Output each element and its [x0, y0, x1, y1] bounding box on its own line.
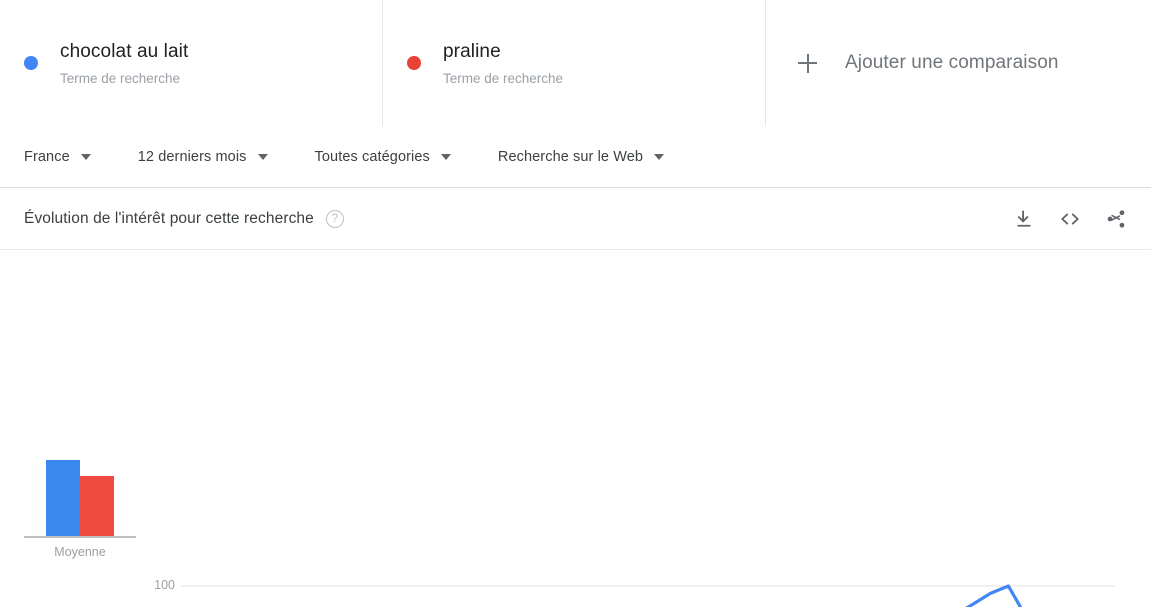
chart-line-series-1: [965, 584, 1023, 607]
circle-icon: [24, 56, 38, 70]
term-title: praline: [443, 40, 501, 62]
page-title: Évolution de l'intérêt pour cette recher…: [24, 209, 314, 227]
term-subtitle: Terme de recherche: [60, 70, 181, 86]
term-card-1[interactable]: chocolat au lait Terme de recherche: [0, 0, 383, 126]
filter-bar: France 12 derniers mois Toutes catégorie…: [0, 126, 1151, 188]
trends-line-chart[interactable]: [0, 250, 1151, 607]
share-icon[interactable]: [1105, 208, 1127, 230]
filter-category[interactable]: Toutes catégories: [315, 149, 451, 165]
add-comparison-button[interactable]: Ajouter une comparaison: [766, 0, 1151, 126]
download-icon[interactable]: [1013, 208, 1035, 230]
filter-location[interactable]: France: [24, 149, 91, 165]
filter-location-label: France: [24, 148, 70, 165]
help-circle-icon[interactable]: ?: [325, 209, 344, 228]
term-subtitle: Terme de recherche: [443, 70, 564, 86]
plus-icon: [798, 53, 817, 73]
filter-search-type[interactable]: Recherche sur le Web: [497, 148, 665, 165]
chevron-down-icon: [654, 153, 665, 160]
y-axis-tick-label: 100: [154, 578, 175, 592]
filter-search-type-label: Recherche sur le Web: [497, 148, 644, 165]
chevron-down-icon: [440, 153, 451, 160]
search-terms-row: chocolat au lait Terme de recherche pral…: [0, 0, 1151, 126]
chart-actions: [1013, 208, 1127, 230]
embed-code-icon[interactable]: [1059, 208, 1081, 230]
filter-timerange-label: 12 derniers mois: [137, 148, 247, 165]
term-title: chocolat au lait: [60, 40, 189, 62]
chevron-down-icon: [257, 153, 268, 160]
term-card-2[interactable]: praline Terme de recherche: [383, 0, 766, 126]
chevron-down-icon: [80, 153, 91, 160]
filter-timerange[interactable]: 12 derniers mois: [138, 149, 268, 165]
filter-category-label: Toutes catégories: [314, 148, 430, 165]
chart-body: Moyenne 2550751009 juin 201913 oct. 2019…: [0, 250, 1151, 607]
circle-icon: [407, 56, 421, 70]
add-comparison-label: Ajouter une comparaison: [845, 52, 1059, 73]
chart-svg: [181, 584, 1115, 607]
chart-panel-header: Évolution de l'intérêt pour cette recher…: [0, 188, 1151, 250]
